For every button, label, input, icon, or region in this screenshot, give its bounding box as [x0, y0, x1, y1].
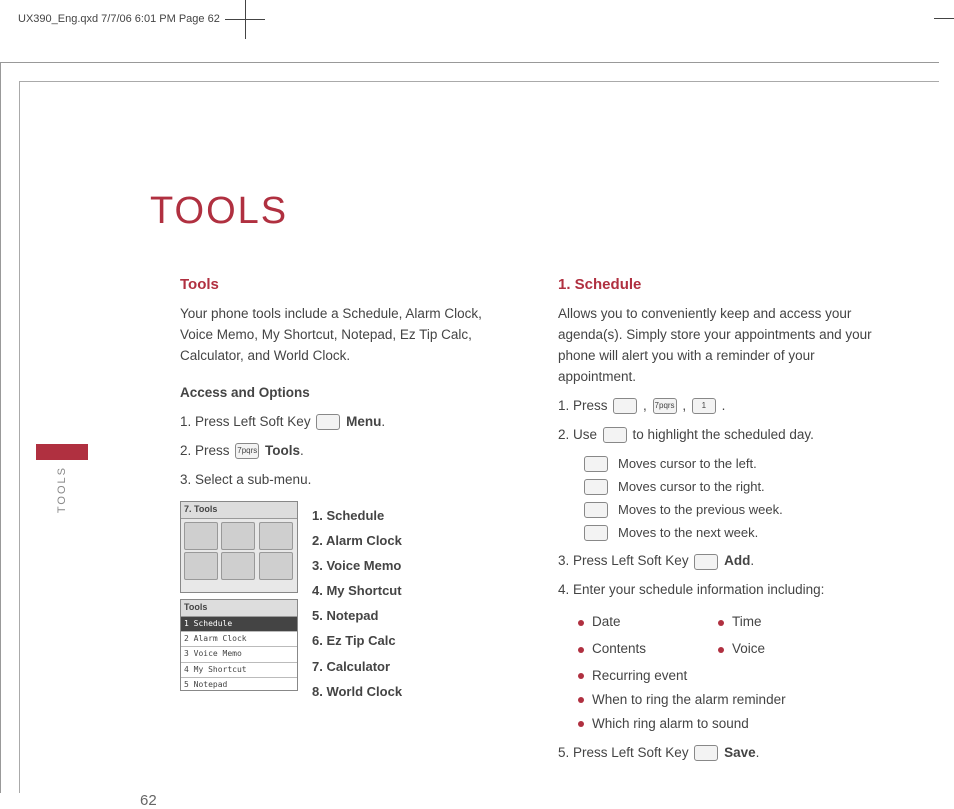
nav-right-icon: [584, 479, 608, 495]
schedule-step-3: 3. Press Left Soft Key Add.: [558, 551, 888, 572]
key-7-icon: 7pqrs: [235, 443, 259, 459]
bullet-icon: [718, 620, 724, 626]
nav-up-icon: [584, 502, 608, 518]
access-step-1: 1. Press Left Soft Key Menu.: [180, 412, 510, 433]
nav-left: Moves cursor to the left.: [582, 454, 888, 474]
soft-key-icon: [694, 745, 718, 761]
schedule-intro: Allows you to conveniently keep and acce…: [558, 304, 888, 388]
section-heading-schedule: 1. Schedule: [558, 273, 888, 296]
nav-down-icon: [584, 525, 608, 541]
submenu-item: 2. Alarm Clock: [312, 531, 402, 551]
key-1-icon: 1: [692, 398, 716, 414]
tool-icon: [259, 522, 293, 550]
submenu-item: 5. Notepad: [312, 606, 402, 626]
page-number: 62: [140, 792, 157, 809]
tool-icon: [221, 522, 255, 550]
bullet-when-ring: When to ring the alarm reminder: [578, 690, 888, 711]
submenu-item: 7. Calculator: [312, 657, 402, 677]
outer-frame: TOOLS TOOLS Tools Your phone tools inclu…: [0, 62, 939, 793]
submenu-item: 4. My Shortcut: [312, 581, 402, 601]
key-7-icon: 7pqrs: [653, 398, 677, 414]
soft-key-icon: [613, 398, 637, 414]
bullet-icon: [578, 620, 584, 626]
tool-icon: [184, 552, 218, 580]
bullet-icon: [578, 721, 584, 727]
right-column: 1. Schedule Allows you to conveniently k…: [558, 273, 888, 772]
left-column: Tools Your phone tools include a Schedul…: [180, 273, 510, 772]
nav-left-icon: [584, 456, 608, 472]
screenshot-tools-list: Tools 1 Schedule 2 Alarm Clock 3 Voice M…: [180, 599, 298, 691]
access-step-2: 2. Press 7pqrs Tools.: [180, 441, 510, 462]
nav-right: Moves cursor to the right.: [582, 477, 888, 497]
side-tab-label: TOOLS: [56, 466, 68, 513]
bullet-icon: [578, 647, 584, 653]
page-content: TOOLS Tools Your phone tools include a S…: [130, 190, 890, 772]
schedule-step-5: 5. Press Left Soft Key Save.: [558, 743, 888, 764]
bullet-contents: Contents: [578, 639, 718, 660]
crop-header-text: UX390_Eng.qxd 7/7/06 6:01 PM Page 62: [18, 13, 220, 25]
tool-icon: [184, 522, 218, 550]
bullet-which-ring: Which ring alarm to sound: [578, 714, 888, 735]
submenu-list: 1. Schedule 2. Alarm Clock 3. Voice Memo…: [312, 501, 402, 707]
soft-key-icon: [694, 554, 718, 570]
section-heading-tools: Tools: [180, 273, 510, 296]
tools-intro: Your phone tools include a Schedule, Ala…: [180, 304, 510, 367]
schedule-step-2: 2. Use to highlight the scheduled day.: [558, 425, 888, 446]
crop-header: UX390_Eng.qxd 7/7/06 6:01 PM Page 62: [18, 4, 260, 34]
screenshot-tools-grid: 7. Tools: [180, 501, 298, 593]
nav-key-icon: [603, 427, 627, 443]
tool-icon: [221, 552, 255, 580]
tool-icon: [259, 552, 293, 580]
side-tab: TOOLS: [36, 444, 88, 513]
submenu-item: 1. Schedule: [312, 506, 402, 526]
chapter-title: TOOLS: [150, 190, 890, 233]
side-tab-bar: [36, 444, 88, 460]
submenu-item: 6. Ez Tip Calc: [312, 631, 402, 651]
soft-key-icon: [316, 414, 340, 430]
submenu-item: 3. Voice Memo: [312, 556, 402, 576]
crop-tick-icon: [934, 18, 954, 19]
bullet-icon: [578, 673, 584, 679]
bullet-recurring: Recurring event: [578, 666, 888, 687]
nav-up: Moves to the previous week.: [582, 500, 888, 520]
bullet-date: Date: [578, 612, 718, 633]
inner-frame: TOOLS TOOLS Tools Your phone tools inclu…: [19, 81, 939, 793]
bullet-icon: [718, 647, 724, 653]
nav-down: Moves to the next week.: [582, 523, 888, 543]
bullet-icon: [578, 697, 584, 703]
phone-screenshots: 7. Tools: [180, 501, 298, 707]
submenu-item: 8. World Clock: [312, 682, 402, 702]
bullet-time: Time: [718, 612, 858, 633]
bullet-voice: Voice: [718, 639, 858, 660]
access-options-heading: Access and Options: [180, 383, 510, 404]
access-step-3: 3. Select a sub-menu.: [180, 470, 510, 491]
registration-mark-icon: [230, 4, 260, 34]
schedule-step-4: 4. Enter your schedule information inclu…: [558, 580, 888, 601]
schedule-step-1: 1. Press , 7pqrs , 1 .: [558, 396, 888, 417]
